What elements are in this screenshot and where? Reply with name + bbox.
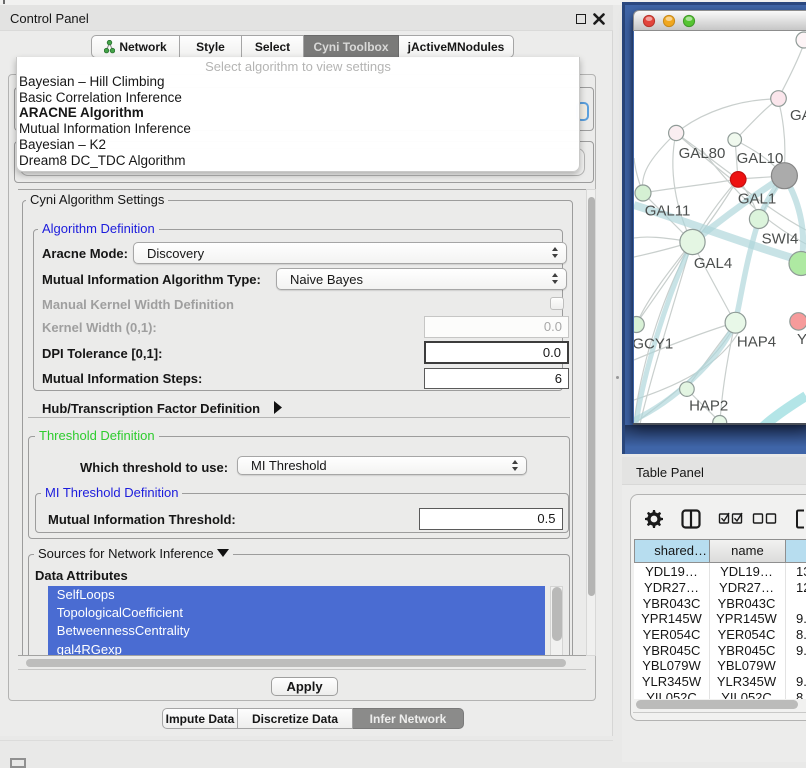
svg-text:Y: Y	[797, 331, 806, 348]
svg-text:GAL1: GAL1	[738, 191, 776, 208]
svg-text:GAL10: GAL10	[737, 150, 784, 167]
svg-text:HAP4: HAP4	[737, 334, 776, 351]
svg-text:GAL7: GAL7	[790, 107, 806, 124]
svg-text:GAL11: GAL11	[645, 203, 691, 220]
svg-text:SWI4: SWI4	[762, 231, 799, 248]
svg-text:GCY1: GCY1	[634, 336, 673, 353]
svg-text:HAP2: HAP2	[689, 398, 728, 415]
svg-text:GAL4: GAL4	[694, 255, 732, 272]
svg-text:GAL80: GAL80	[679, 145, 726, 162]
